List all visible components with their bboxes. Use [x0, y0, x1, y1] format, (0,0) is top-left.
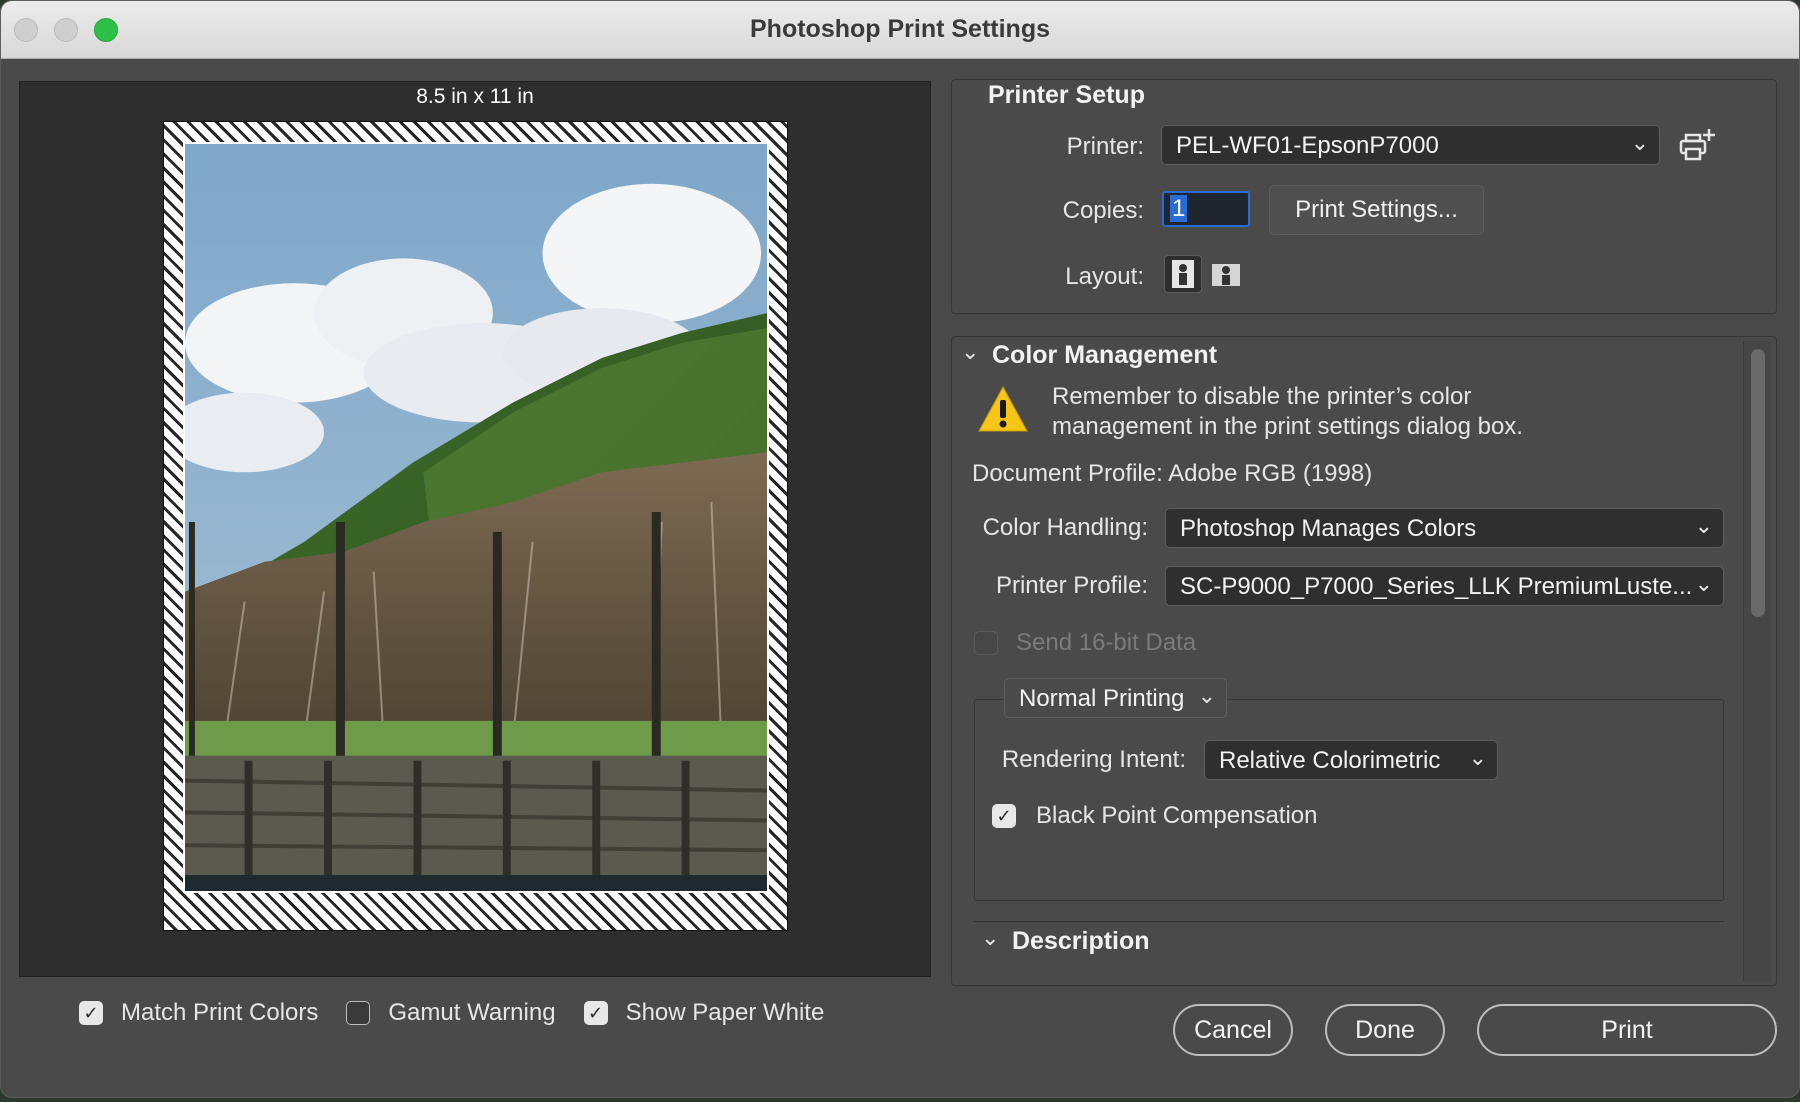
title-bar: Photoshop Print Settings [1, 1, 1799, 59]
color-management-title[interactable]: Color Management [992, 341, 1217, 370]
window-title: Photoshop Print Settings [750, 15, 1050, 43]
landscape-layout-icon [1212, 264, 1240, 286]
send-16-bit-checkbox [974, 631, 998, 655]
printer-profile-label: Printer Profile: [995, 572, 1148, 599]
chevron-down-icon: ⌄ [1694, 571, 1713, 596]
print-settings-window: Photoshop Print Settings 8.5 in x 11 in [0, 0, 1800, 1098]
match-print-colors-checkbox[interactable]: ✓ [79, 1001, 103, 1025]
warning-message-line1: Remember to disable the printer’s color [1052, 383, 1472, 410]
printer-setup-title: Printer Setup [988, 81, 1145, 109]
gamut-warning-label: Gamut Warning [388, 999, 556, 1026]
chevron-down-icon[interactable]: ⌄ [961, 339, 979, 365]
chevron-down-icon[interactable]: ⌄ [981, 925, 999, 951]
send-16-bit-label: Send 16-bit Data [1016, 629, 1197, 656]
show-paper-white-option[interactable]: ✓ Show Paper White [583, 999, 825, 1027]
printer-value: PEL-WF01-EpsonP7000 [1176, 132, 1439, 159]
copies-label: Copies: [1062, 197, 1144, 224]
black-point-compensation-checkbox[interactable]: ✓ [992, 804, 1016, 828]
printer-profile-select[interactable]: SC-P9000_P7000_Series_LLK PremiumLuste..… [1165, 566, 1724, 606]
printer-select[interactable]: PEL-WF01-EpsonP7000 ⌄ [1161, 125, 1660, 165]
color-handling-label: Color Handling: [982, 514, 1148, 541]
add-printer-icon[interactable] [1677, 127, 1717, 163]
printer-profile-value: SC-P9000_P7000_Series_LLK PremiumLuste..… [1180, 573, 1693, 600]
paper-size-label: 8.5 in x 11 in [416, 85, 534, 108]
section-divider [974, 921, 1724, 922]
landscape-photo [185, 144, 767, 891]
copies-input[interactable]: 1 [1162, 191, 1250, 227]
warning-icon [978, 385, 1028, 432]
chevron-down-icon: ⌄ [1468, 745, 1487, 770]
description-title[interactable]: Description [1012, 927, 1150, 956]
document-profile-text: Document Profile: Adobe RGB (1998) [972, 460, 1373, 487]
cancel-button[interactable]: Cancel [1173, 1004, 1293, 1056]
chevron-down-icon: ⌄ [1197, 683, 1216, 708]
printing-mode-select[interactable]: Normal Printing ⌄ [1004, 678, 1227, 718]
chevron-down-icon: ⌄ [1694, 513, 1713, 538]
color-handling-value: Photoshop Manages Colors [1180, 515, 1477, 542]
rendering-intent-select[interactable]: Relative Colorimetric ⌄ [1204, 740, 1498, 780]
chevron-down-icon: ⌄ [1630, 130, 1649, 155]
rendering-intent-value: Relative Colorimetric [1219, 747, 1441, 774]
match-print-colors-label: Match Print Colors [121, 999, 319, 1026]
done-button[interactable]: Done [1325, 1004, 1445, 1056]
landscape-layout-button[interactable] [1207, 255, 1245, 293]
printing-mode-value: Normal Printing [1019, 685, 1185, 712]
color-handling-select[interactable]: Photoshop Manages Colors ⌄ [1165, 508, 1724, 548]
match-print-colors-option[interactable]: ✓ Match Print Colors [79, 999, 318, 1027]
print-button[interactable]: Print [1477, 1004, 1777, 1056]
preview-options: ✓ Match Print Colors Gamut Warning ✓ Sho… [79, 999, 852, 1027]
show-paper-white-checkbox[interactable]: ✓ [583, 1001, 608, 1025]
printer-label: Printer: [1066, 133, 1144, 160]
print-settings-button[interactable]: Print Settings... [1269, 185, 1484, 235]
show-paper-white-label: Show Paper White [625, 999, 825, 1026]
warning-message-line2: management in the print settings dialog … [1052, 413, 1523, 440]
image-preview[interactable] [183, 142, 769, 893]
black-point-compensation-label: Black Point Compensation [1036, 802, 1318, 829]
gamut-warning-checkbox[interactable] [346, 1001, 371, 1025]
layout-label: Layout: [1065, 263, 1144, 290]
rendering-intent-label: Rendering Intent: [1001, 746, 1186, 773]
portrait-layout-icon [1172, 260, 1194, 288]
portrait-layout-button[interactable] [1164, 255, 1202, 293]
scrollbar-thumb[interactable] [1751, 349, 1765, 617]
copies-value: 1 [1170, 195, 1188, 222]
gamut-warning-option[interactable]: Gamut Warning [346, 999, 556, 1027]
